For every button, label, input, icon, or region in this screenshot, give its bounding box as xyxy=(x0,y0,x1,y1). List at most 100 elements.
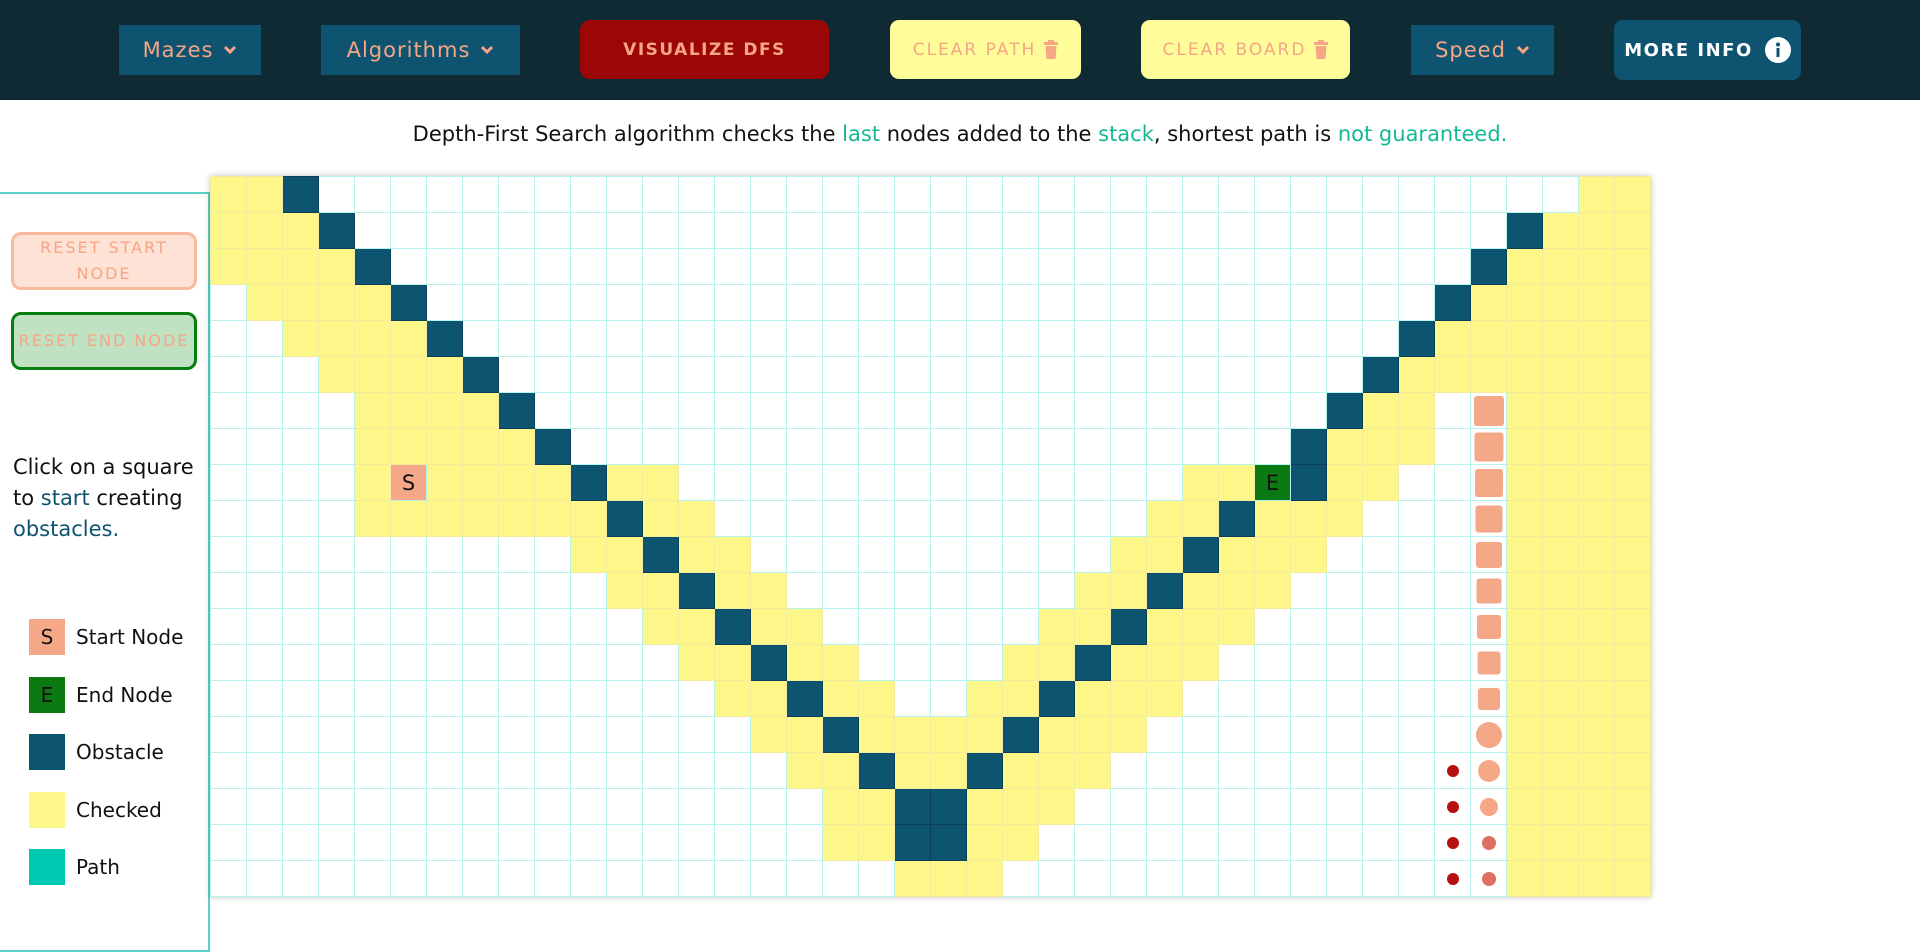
checked-cell[interactable] xyxy=(426,356,463,393)
empty-cell[interactable] xyxy=(282,680,319,717)
empty-cell[interactable] xyxy=(1182,788,1219,825)
empty-cell[interactable] xyxy=(1254,608,1291,645)
checked-cell[interactable] xyxy=(1470,320,1507,357)
checked-cell[interactable] xyxy=(966,788,1003,825)
empty-cell[interactable] xyxy=(1398,176,1435,213)
empty-cell[interactable] xyxy=(930,536,967,573)
empty-cell[interactable] xyxy=(1074,356,1111,393)
checked-cell[interactable] xyxy=(1254,536,1291,573)
empty-cell[interactable] xyxy=(534,320,571,357)
empty-cell[interactable] xyxy=(1362,536,1399,573)
empty-cell[interactable] xyxy=(282,356,319,393)
empty-cell[interactable] xyxy=(966,572,1003,609)
empty-cell[interactable] xyxy=(750,788,787,825)
empty-cell[interactable] xyxy=(642,320,679,357)
checked-cell[interactable] xyxy=(1578,752,1615,789)
empty-cell[interactable] xyxy=(786,500,823,537)
checked-cell[interactable] xyxy=(1542,536,1579,573)
checked-cell[interactable] xyxy=(1542,500,1579,537)
empty-cell[interactable] xyxy=(1182,320,1219,357)
empty-cell[interactable] xyxy=(1146,176,1183,213)
empty-cell[interactable] xyxy=(1362,752,1399,789)
empty-cell[interactable] xyxy=(570,248,607,285)
empty-cell[interactable] xyxy=(1290,176,1327,213)
empty-cell[interactable] xyxy=(678,860,715,897)
empty-cell[interactable] xyxy=(1038,536,1075,573)
empty-cell[interactable] xyxy=(1398,824,1435,861)
empty-cell[interactable] xyxy=(1290,680,1327,717)
empty-cell[interactable] xyxy=(930,284,967,321)
checked-cell[interactable] xyxy=(1506,284,1543,321)
empty-cell[interactable] xyxy=(1110,860,1147,897)
checked-cell[interactable] xyxy=(678,500,715,537)
empty-cell[interactable] xyxy=(246,860,283,897)
empty-cell[interactable] xyxy=(678,788,715,825)
empty-cell[interactable] xyxy=(786,824,823,861)
empty-cell[interactable] xyxy=(714,176,751,213)
checked-cell[interactable] xyxy=(714,536,751,573)
empty-cell[interactable] xyxy=(1110,392,1147,429)
empty-cell[interactable] xyxy=(318,176,355,213)
empty-cell[interactable] xyxy=(1362,824,1399,861)
empty-cell[interactable] xyxy=(1326,608,1363,645)
empty-cell[interactable] xyxy=(210,680,247,717)
empty-cell[interactable] xyxy=(858,536,895,573)
empty-cell[interactable] xyxy=(462,176,499,213)
empty-cell[interactable] xyxy=(318,464,355,501)
obstacle-cell[interactable] xyxy=(354,248,391,285)
animating-dot-cell[interactable] xyxy=(1434,860,1471,897)
empty-cell[interactable] xyxy=(210,824,247,861)
empty-cell[interactable] xyxy=(246,500,283,537)
checked-cell[interactable] xyxy=(966,824,1003,861)
empty-cell[interactable] xyxy=(606,716,643,753)
empty-cell[interactable] xyxy=(894,572,931,609)
checked-cell[interactable] xyxy=(426,500,463,537)
empty-cell[interactable] xyxy=(714,860,751,897)
checked-cell[interactable] xyxy=(1506,392,1543,429)
checked-cell[interactable] xyxy=(1326,428,1363,465)
checked-cell[interactable] xyxy=(1614,680,1651,717)
start-node-cell[interactable]: S xyxy=(390,464,427,501)
empty-cell[interactable] xyxy=(858,212,895,249)
checked-cell[interactable] xyxy=(1542,428,1579,465)
empty-cell[interactable] xyxy=(1038,428,1075,465)
obstacle-cell[interactable] xyxy=(930,824,967,861)
empty-cell[interactable] xyxy=(534,536,571,573)
checked-cell[interactable] xyxy=(1542,824,1579,861)
empty-cell[interactable] xyxy=(246,716,283,753)
checked-cell[interactable] xyxy=(1542,248,1579,285)
checked-cell[interactable] xyxy=(1326,500,1363,537)
empty-cell[interactable] xyxy=(642,248,679,285)
animating-path-cell[interactable] xyxy=(1470,644,1507,681)
animating-path-cell[interactable] xyxy=(1470,680,1507,717)
checked-cell[interactable] xyxy=(1578,464,1615,501)
empty-cell[interactable] xyxy=(498,824,535,861)
empty-cell[interactable] xyxy=(246,608,283,645)
empty-cell[interactable] xyxy=(318,716,355,753)
empty-cell[interactable] xyxy=(1254,824,1291,861)
empty-cell[interactable] xyxy=(966,428,1003,465)
empty-cell[interactable] xyxy=(246,356,283,393)
empty-cell[interactable] xyxy=(1326,716,1363,753)
empty-cell[interactable] xyxy=(1326,248,1363,285)
checked-cell[interactable] xyxy=(1218,572,1255,609)
empty-cell[interactable] xyxy=(714,320,751,357)
empty-cell[interactable] xyxy=(750,284,787,321)
animating-path-cell[interactable] xyxy=(1470,464,1507,501)
checked-cell[interactable] xyxy=(1542,608,1579,645)
empty-cell[interactable] xyxy=(1362,320,1399,357)
empty-cell[interactable] xyxy=(1362,500,1399,537)
checked-cell[interactable] xyxy=(1542,752,1579,789)
empty-cell[interactable] xyxy=(1146,248,1183,285)
empty-cell[interactable] xyxy=(714,284,751,321)
empty-cell[interactable] xyxy=(498,572,535,609)
checked-cell[interactable] xyxy=(426,392,463,429)
empty-cell[interactable] xyxy=(390,572,427,609)
empty-cell[interactable] xyxy=(1362,248,1399,285)
empty-cell[interactable] xyxy=(1218,212,1255,249)
checked-cell[interactable] xyxy=(1182,644,1219,681)
empty-cell[interactable] xyxy=(354,716,391,753)
checked-cell[interactable] xyxy=(1506,500,1543,537)
empty-cell[interactable] xyxy=(1038,572,1075,609)
checked-cell[interactable] xyxy=(642,608,679,645)
